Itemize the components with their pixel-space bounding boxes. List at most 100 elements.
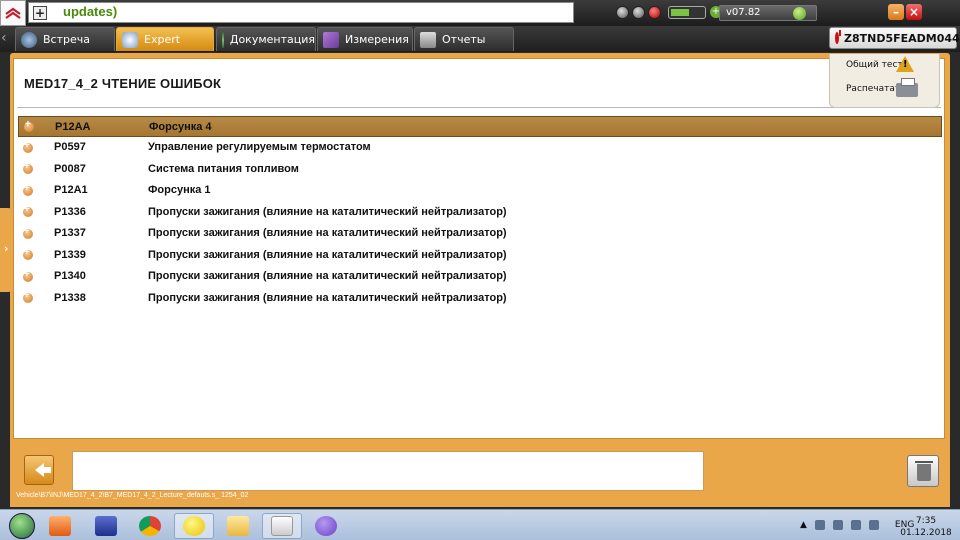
- table-row[interactable]: P0597 Управление регулируемым термостато…: [18, 137, 942, 159]
- tab-reports[interactable]: Отчеты: [414, 27, 514, 51]
- title-field: + updates): [28, 2, 574, 23]
- expand-icon[interactable]: [23, 161, 33, 175]
- fault-description: Форсунка 4: [149, 121, 212, 133]
- taskbar-viber[interactable]: [306, 513, 346, 539]
- taskbar-diagbox[interactable]: [262, 513, 302, 539]
- fault-description: Пропуски зажигания (влияние на каталитич…: [148, 248, 507, 261]
- taskbar-media-player[interactable]: [40, 513, 80, 539]
- divider: [17, 107, 941, 108]
- volume-icon[interactable]: [868, 520, 879, 530]
- fault-list: P12AA Форсунка 4 P0597 Управление регули…: [18, 116, 942, 309]
- clock[interactable]: 7:35 01.12.2018: [900, 515, 952, 539]
- fault-code: P1340: [54, 270, 86, 282]
- chevron-right-icon: ›: [4, 242, 9, 255]
- status-ok-icon: [793, 7, 806, 20]
- taskbar-chrome[interactable]: [130, 513, 170, 539]
- floppy-disk-icon: [95, 516, 117, 536]
- side-action-panel: Общий тест Распечатать: [829, 54, 940, 108]
- fault-description: Пропуски зажигания (влияние на каталитич…: [148, 291, 507, 304]
- battery-tray-icon[interactable]: [832, 520, 843, 530]
- expand-icon[interactable]: [23, 247, 33, 261]
- taskbar-smiley-app[interactable]: [174, 513, 214, 539]
- status-icons: +: [616, 6, 722, 19]
- warning-icon: [896, 56, 914, 72]
- expand-icon[interactable]: [23, 140, 33, 153]
- chevron-up-icon[interactable]: ▲: [800, 520, 807, 530]
- book-icon: [222, 31, 224, 48]
- tab-vstrecha[interactable]: Встреча: [15, 27, 115, 51]
- table-row[interactable]: P12AA Форсунка 4: [18, 116, 942, 137]
- title-bar: + updates) + v07.82 – ×: [0, 0, 960, 26]
- bottom-bar: Vehicle\B7\INJ\MED17_4_2\B7_MED17_4_2_Le…: [10, 447, 950, 507]
- table-row[interactable]: P12A1 Форсунка 1: [18, 180, 942, 202]
- tab-documentation[interactable]: Документация: [216, 27, 316, 51]
- print-button[interactable]: Распечатать: [830, 78, 941, 102]
- back-button[interactable]: [24, 455, 54, 485]
- citroen-logo-icon: [0, 0, 26, 26]
- minimize-button[interactable]: –: [888, 4, 904, 20]
- table-row[interactable]: P1340 Пропуски зажигания (влияние на кат…: [18, 266, 942, 288]
- globe-icon: [21, 31, 37, 48]
- nav-bar: ‹ Встреча Expert Документация Измерения …: [0, 26, 960, 52]
- tab-expert[interactable]: Expert: [116, 27, 214, 51]
- version-box: v07.82: [719, 5, 817, 21]
- start-button[interactable]: [2, 513, 42, 539]
- printer-icon: [896, 78, 918, 97]
- smiley-icon: [183, 516, 205, 536]
- folder-icon: [227, 516, 249, 536]
- table-row[interactable]: P1336 Пропуски зажигания (влияние на кат…: [18, 202, 942, 224]
- vin-label: Z8TND5FEADM044821: [844, 31, 960, 45]
- expand-icon[interactable]: [23, 204, 33, 218]
- taskbar-explorer[interactable]: [218, 513, 258, 539]
- fault-description: Управление регулируемым термостатом: [148, 141, 371, 153]
- chrome-icon: [139, 516, 161, 536]
- expand-icon[interactable]: [23, 269, 33, 282]
- table-row[interactable]: P1339 Пропуски зажигания (влияние на кат…: [18, 245, 942, 267]
- system-tray: ▲ ENG: [800, 520, 914, 530]
- trash-button[interactable]: [907, 455, 939, 487]
- fault-code: P12A1: [54, 184, 88, 196]
- fault-code: P1336: [54, 205, 86, 218]
- fault-description: Форсунка 1: [148, 184, 211, 196]
- version-label: v07.82: [726, 7, 761, 18]
- table-row[interactable]: P1338 Пропуски зажигания (влияние на кат…: [18, 288, 942, 310]
- vin-button[interactable]: Z8TND5FEADM044821: [829, 27, 960, 49]
- fault-code: P0597: [54, 141, 86, 153]
- viber-icon: [315, 516, 337, 536]
- side-expand-handle[interactable]: ›: [0, 208, 14, 292]
- content-panel: MED17_4_2 ЧТЕНИЕ ОШИБОК P12AA Форсунка 4…: [13, 58, 945, 439]
- network-icon[interactable]: [814, 520, 825, 530]
- status-path: Vehicle\B7\INJ\MED17_4_2\B7_MED17_4_2_Le…: [16, 492, 249, 499]
- close-button[interactable]: ×: [906, 4, 922, 20]
- expand-plus-icon[interactable]: +: [33, 6, 47, 20]
- record-icon[interactable]: [648, 6, 661, 19]
- general-test-button[interactable]: Общий тест: [830, 56, 941, 78]
- tab-measurements[interactable]: Измерения: [317, 27, 413, 51]
- expand-icon[interactable]: [24, 119, 34, 132]
- table-row[interactable]: P0087 Система питания топливом: [18, 159, 942, 181]
- document-icon: [420, 31, 436, 48]
- expand-icon[interactable]: [23, 226, 33, 239]
- waveform-icon: [323, 31, 339, 48]
- battery-icon: [668, 6, 706, 19]
- os-taskbar: ▲ ENG 7:35 01.12.2018: [0, 509, 960, 540]
- fault-code: P1339: [54, 248, 86, 261]
- fault-code: P0087: [54, 162, 86, 175]
- taskbar-save[interactable]: [86, 513, 126, 539]
- fault-code: P12AA: [55, 121, 91, 133]
- clock-time: 7:35: [915, 516, 937, 526]
- fault-description: Пропуски зажигания (влияние на каталитич…: [148, 205, 507, 218]
- magnifier-icon: [122, 31, 138, 48]
- signal-icon[interactable]: [850, 520, 861, 530]
- download-icon[interactable]: [616, 6, 629, 19]
- message-box: [72, 451, 704, 491]
- media-player-icon: [49, 516, 71, 536]
- chevron-left-icon[interactable]: ‹: [1, 30, 15, 48]
- table-row[interactable]: P1337 Пропуски зажигания (влияние на кат…: [18, 223, 942, 245]
- expand-icon[interactable]: [23, 290, 33, 304]
- expand-icon[interactable]: [23, 183, 33, 196]
- diagbox-icon: [271, 516, 293, 536]
- fault-code: P1337: [54, 227, 86, 239]
- wrench-icon[interactable]: [632, 6, 645, 19]
- page-title: MED17_4_2 ЧТЕНИЕ ОШИБОК: [24, 76, 222, 91]
